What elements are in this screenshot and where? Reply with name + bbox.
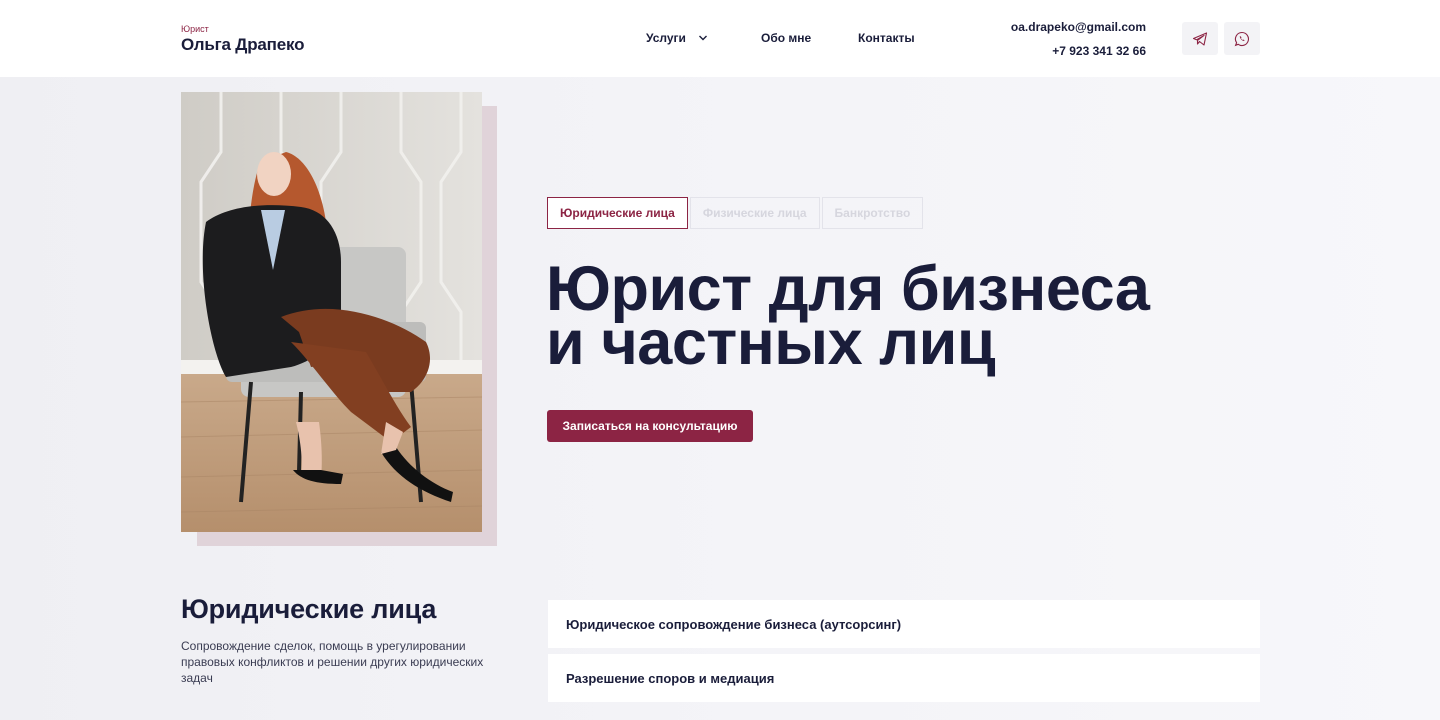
tab-legal-entities[interactable]: Юридические лица xyxy=(547,197,688,229)
contact-phone-link[interactable]: +7 923 341 32 66 xyxy=(1052,44,1146,58)
logo[interactable]: Юрист Ольга Драпеко xyxy=(181,24,304,55)
lawyer-portrait-photo xyxy=(181,92,482,532)
nav-item-services[interactable]: Услуги xyxy=(646,31,708,45)
section-title: Юридические лица xyxy=(181,594,437,624)
service-item-disputes[interactable]: Разрешение споров и медиация xyxy=(548,654,1260,702)
telegram-icon xyxy=(1192,31,1208,46)
nav-item-about[interactable]: Обо мне xyxy=(761,31,811,45)
whatsapp-button[interactable] xyxy=(1224,22,1260,55)
telegram-button[interactable] xyxy=(1182,22,1218,55)
site-header: Юрист Ольга Драпеко Услуги Обо мне Конта… xyxy=(0,0,1440,77)
portrait-illustration xyxy=(181,92,482,532)
nav-services-label: Услуги xyxy=(646,31,686,45)
book-consultation-button[interactable]: Записаться на консультацию xyxy=(547,410,753,442)
nav-item-contacts[interactable]: Контакты xyxy=(858,31,915,45)
hero-title-line-2: и частных лиц xyxy=(546,308,996,378)
section-description: Сопровождение сделок, помощь в урегулиро… xyxy=(181,639,484,685)
hero-title: Юрист для бизнеса и частных лиц xyxy=(546,258,1166,378)
contact-email-link[interactable]: oa.drapeko@gmail.com xyxy=(1011,20,1146,34)
chevron-down-icon xyxy=(698,35,707,41)
tab-individuals[interactable]: Физические лица xyxy=(689,197,820,229)
whatsapp-icon xyxy=(1234,31,1250,46)
tab-bankruptcy[interactable]: Банкротство xyxy=(821,197,924,229)
logo-name: Ольга Драпеко xyxy=(181,35,305,54)
service-item-outsourcing[interactable]: Юридическое сопровождение бизнеса (аутсо… xyxy=(548,600,1260,648)
logo-subtitle: Юрист xyxy=(181,24,209,34)
audience-tabs: Юридические лица Физические лица Банкрот… xyxy=(547,197,925,229)
